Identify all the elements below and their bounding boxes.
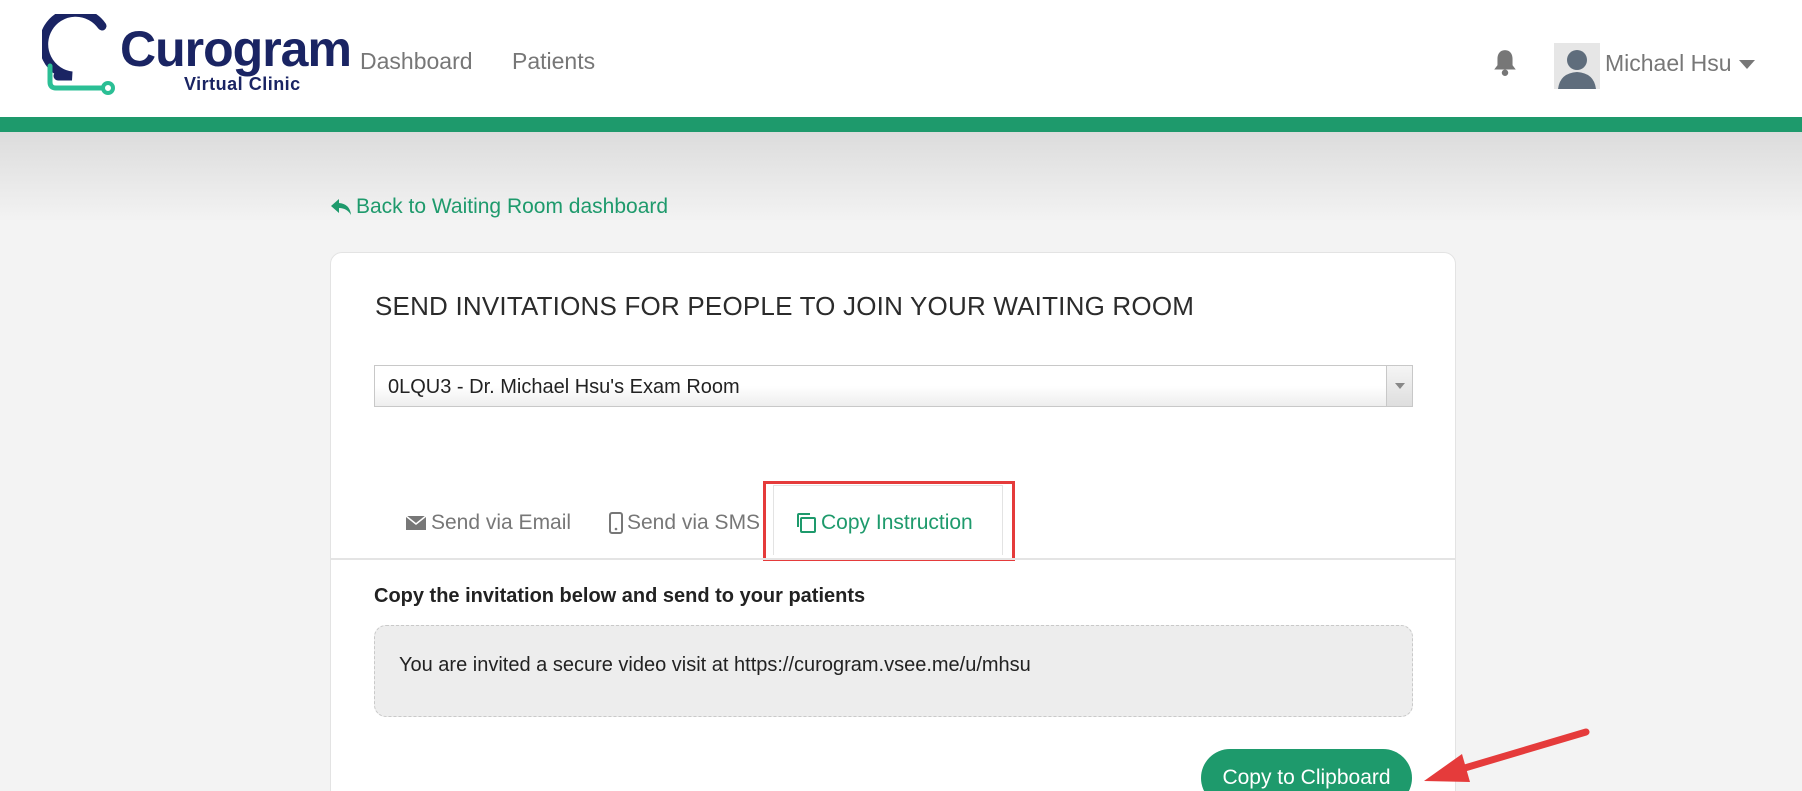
invitation-text[interactable]: You are invited a secure video visit at … [399,654,1031,677]
header-accent-stripe [0,117,1802,132]
caret-down-icon[interactable] [1739,60,1755,69]
mobile-icon [609,512,623,534]
invitation-card: SEND INVITATIONS FOR PEOPLE TO JOIN YOUR… [330,252,1456,791]
back-to-waiting-room-link[interactable]: Back to Waiting Room dashboard [330,195,668,219]
top-navbar: Curogram Virtual Clinic Dashboard Patien… [0,0,1802,117]
curogram-logo[interactable]: Curogram Virtual Clinic [42,14,352,104]
page-title: SEND INVITATIONS FOR PEOPLE TO JOIN YOUR… [375,291,1195,321]
chat-bubble-logo-icon [42,14,115,95]
user-silhouette-icon [1558,50,1596,89]
bell-icon[interactable] [1492,48,1518,76]
tab-divider [331,558,1455,560]
nav-dashboard[interactable]: Dashboard [360,48,473,75]
annotation-arrow-icon [1424,728,1590,782]
user-name[interactable]: Michael Hsu [1605,50,1732,77]
nav-patients[interactable]: Patients [512,48,595,75]
copy-to-clipboard-button[interactable]: Copy to Clipboard [1201,749,1412,791]
logo-wordmark: Curogram [120,21,352,77]
avatar[interactable] [1554,43,1600,89]
tab-send-sms-label: Send via SMS [627,511,761,534]
room-select-toggle[interactable] [1386,366,1412,406]
tab-send-email-label: Send via Email [431,511,572,534]
header-shadow [0,132,1802,222]
room-select[interactable]: 0LQU3 - Dr. Michael Hsu's Exam Room [374,365,1413,407]
tab-send-sms[interactable]: Send via SMS [609,511,760,535]
invitation-text-box[interactable]: You are invited a secure video visit at … [374,625,1413,717]
reply-arrow-icon [331,199,351,215]
copy-instructions-label: Copy the invitation below and send to yo… [374,585,866,607]
logo-subtitle: Virtual Clinic [184,74,301,94]
envelope-icon [405,515,427,530]
chevron-down-icon [1395,383,1405,389]
back-link-label: Back to Waiting Room dashboard [356,195,669,218]
tab-send-email[interactable]: Send via Email [405,511,571,535]
room-select-value: 0LQU3 - Dr. Michael Hsu's Exam Room [388,376,740,398]
annotation-highlight-box [763,481,1015,561]
